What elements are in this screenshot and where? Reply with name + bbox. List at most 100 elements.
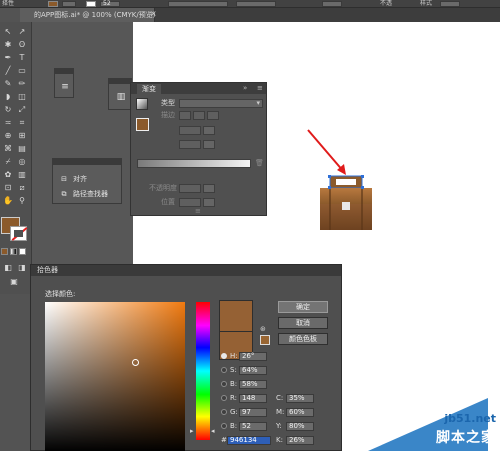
type-dropdown[interactable]: ▾: [179, 99, 263, 108]
type-tool-icon[interactable]: T: [16, 52, 28, 63]
gradient-thumbnail[interactable]: [136, 98, 148, 110]
hue-field[interactable]: 26°: [239, 352, 267, 361]
saturation-field[interactable]: 64%: [239, 366, 267, 375]
red-field[interactable]: 148: [239, 394, 267, 403]
rotate-tool-icon[interactable]: ↻: [2, 104, 14, 115]
trash-icon[interactable]: 🗑: [255, 159, 264, 168]
panel-menu-icon[interactable]: ≡: [257, 84, 263, 93]
hue-arrow-right-icon[interactable]: ◂: [211, 427, 215, 435]
blob-brush-tool-icon[interactable]: ◗: [2, 91, 14, 102]
rectangle-tool-icon[interactable]: ▭: [16, 65, 28, 76]
paintbrush-tool-icon[interactable]: ✎: [2, 78, 14, 89]
close-tab-icon[interactable]: ×: [150, 9, 160, 19]
stroke-weight-field[interactable]: 52: [100, 1, 120, 7]
brightness-field[interactable]: 58%: [239, 380, 267, 389]
opacity-field[interactable]: [179, 184, 201, 193]
draw-mode-icon[interactable]: ◧: [2, 262, 14, 273]
zoom-tool-icon[interactable]: ⚲: [16, 195, 28, 206]
saturation-row[interactable]: S:: [221, 366, 237, 375]
collapse-icon[interactable]: »: [243, 84, 247, 93]
position-dropdown[interactable]: [203, 198, 215, 207]
blue-radio[interactable]: [221, 423, 227, 429]
tab-gradient[interactable]: 渐变: [137, 84, 161, 94]
free-transform-tool-icon[interactable]: ⌗: [16, 117, 28, 128]
color-swatches-button[interactable]: 颜色色板: [278, 333, 328, 345]
artboard-tool-icon[interactable]: ⊡: [2, 182, 14, 193]
magenta-field[interactable]: 60%: [286, 408, 314, 417]
gradient-ramp[interactable]: [137, 159, 251, 168]
mesh-tool-icon[interactable]: ⌘: [2, 143, 14, 154]
gradient-mode-icon[interactable]: [10, 248, 17, 255]
cancel-button[interactable]: 取消: [278, 317, 328, 329]
cyan-field[interactable]: 35%: [286, 394, 314, 403]
align-panel-item[interactable]: ⊟ 对齐: [59, 173, 87, 185]
line-tool-icon[interactable]: ╱: [2, 65, 14, 76]
web-safe-swatch[interactable]: [260, 335, 270, 345]
fill-stroke-swatch[interactable]: [136, 118, 149, 131]
ok-button[interactable]: 确定: [278, 301, 328, 313]
slice-tool-icon[interactable]: ⧄: [16, 182, 28, 193]
color-mode-icon[interactable]: [1, 248, 8, 255]
out-of-gamut-icon[interactable]: ⊛: [260, 325, 266, 333]
green-radio[interactable]: [221, 409, 227, 415]
fill-swatch-control[interactable]: [48, 1, 58, 7]
draw-inside-icon[interactable]: ◨: [16, 262, 28, 273]
hue-row[interactable]: H:: [221, 352, 238, 361]
symbol-sprayer-tool-icon[interactable]: ✿: [2, 169, 14, 180]
magic-wand-tool-icon[interactable]: ✱: [2, 39, 14, 50]
green-field[interactable]: 97: [239, 408, 267, 417]
document-tab[interactable]: 的APP图标.ai* @ 100% (CMYK/预览): [20, 8, 156, 22]
color-cursor-icon[interactable]: [132, 359, 139, 366]
yellow-field[interactable]: 80%: [286, 422, 314, 431]
style-dropdown[interactable]: [440, 1, 460, 7]
aspect-dropdown[interactable]: [203, 140, 215, 149]
briefcase-artwork[interactable]: [318, 172, 374, 232]
hand-tool-icon[interactable]: ✋: [2, 195, 14, 206]
fill-dropdown[interactable]: [62, 1, 76, 7]
direct-selection-tool-icon[interactable]: ↗: [16, 26, 28, 37]
brush-dropdown[interactable]: [236, 1, 276, 7]
angle-dropdown[interactable]: [203, 126, 215, 135]
variable-width-dropdown[interactable]: [168, 1, 228, 7]
blend-tool-icon[interactable]: ◎: [16, 156, 28, 167]
gradient-tool-icon[interactable]: ▤: [16, 143, 28, 154]
position-field[interactable]: [179, 198, 201, 207]
stroke-option-2[interactable]: [193, 111, 205, 120]
none-mode-icon[interactable]: [19, 248, 26, 255]
shape-builder-tool-icon[interactable]: ⊕: [2, 130, 14, 141]
eyedropper-tool-icon[interactable]: ⌿: [2, 156, 14, 167]
selection-tool-icon[interactable]: ↖: [2, 26, 14, 37]
angle-field[interactable]: [179, 126, 201, 135]
opacity-field[interactable]: [322, 1, 342, 7]
opacity-dropdown[interactable]: [203, 184, 215, 193]
red-row[interactable]: R:: [221, 394, 237, 403]
aspect-field[interactable]: [179, 140, 201, 149]
blue-field[interactable]: 52: [239, 422, 267, 431]
column-graph-tool-icon[interactable]: ▥: [16, 169, 28, 180]
hue-slider[interactable]: [196, 302, 210, 440]
dialog-titlebar[interactable]: 拾色器: [31, 265, 341, 276]
hue-radio[interactable]: [221, 353, 227, 359]
green-row[interactable]: G:: [221, 408, 238, 417]
color-field[interactable]: [45, 302, 185, 451]
resize-handle-icon[interactable]: ≡: [195, 207, 201, 216]
saturation-radio[interactable]: [221, 367, 227, 373]
scale-tool-icon[interactable]: ⤢: [16, 104, 28, 115]
red-radio[interactable]: [221, 395, 227, 401]
black-field[interactable]: 26%: [286, 436, 314, 445]
pathfinder-panel-item[interactable]: ⧉ 路径查找器: [59, 188, 109, 200]
brightness-row[interactable]: B:: [221, 380, 237, 389]
layers-panel-icon[interactable]: ≡: [59, 81, 71, 93]
stroke-option-1[interactable]: [179, 111, 191, 120]
lasso-tool-icon[interactable]: ʘ: [16, 39, 28, 50]
hex-field[interactable]: 946134: [227, 436, 271, 445]
hue-arrow-left-icon[interactable]: ▸: [190, 427, 194, 435]
brightness-radio[interactable]: [221, 381, 227, 387]
stroke-option-3[interactable]: [207, 111, 219, 120]
eraser-tool-icon[interactable]: ◫: [16, 91, 28, 102]
width-tool-icon[interactable]: ≍: [2, 117, 14, 128]
gradient-panel-icon[interactable]: ▥: [115, 91, 127, 103]
perspective-tool-icon[interactable]: ⊞: [16, 130, 28, 141]
screen-mode-icon[interactable]: ▣: [8, 276, 20, 287]
stroke-swatch-control[interactable]: [86, 1, 96, 7]
